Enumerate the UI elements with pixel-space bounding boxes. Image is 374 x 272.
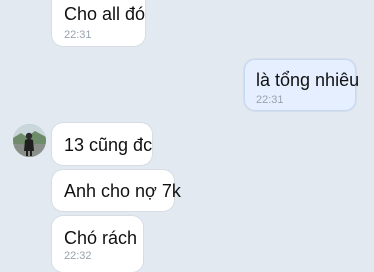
message-bubble-incoming[interactable]: Chó rách 22:32 <box>52 216 143 272</box>
sender-avatar[interactable] <box>13 124 46 157</box>
message-text: Anh cho nợ 7k <box>64 181 181 201</box>
message-timestamp: 22:31 <box>256 94 284 106</box>
message-bubble-incoming[interactable]: Cho all đó 22:31 <box>52 0 145 46</box>
message-timestamp: 22:31 <box>64 29 92 41</box>
message-timestamp: 22:32 <box>64 250 92 262</box>
message-text: là tổng nhiêu <box>256 70 360 90</box>
message-text: 13 cũng đc <box>64 135 153 155</box>
message-bubble-incoming[interactable]: Anh cho nợ 7k <box>52 170 181 211</box>
message-bubble-incoming[interactable]: 13 cũng đc <box>52 123 152 165</box>
user-avatar-photo-icon <box>13 124 46 157</box>
message-text: Chó rách <box>64 228 138 248</box>
message-bubble-outgoing[interactable]: là tổng nhiêu 22:31 <box>244 59 360 111</box>
message-text: Cho all đó <box>64 4 146 24</box>
